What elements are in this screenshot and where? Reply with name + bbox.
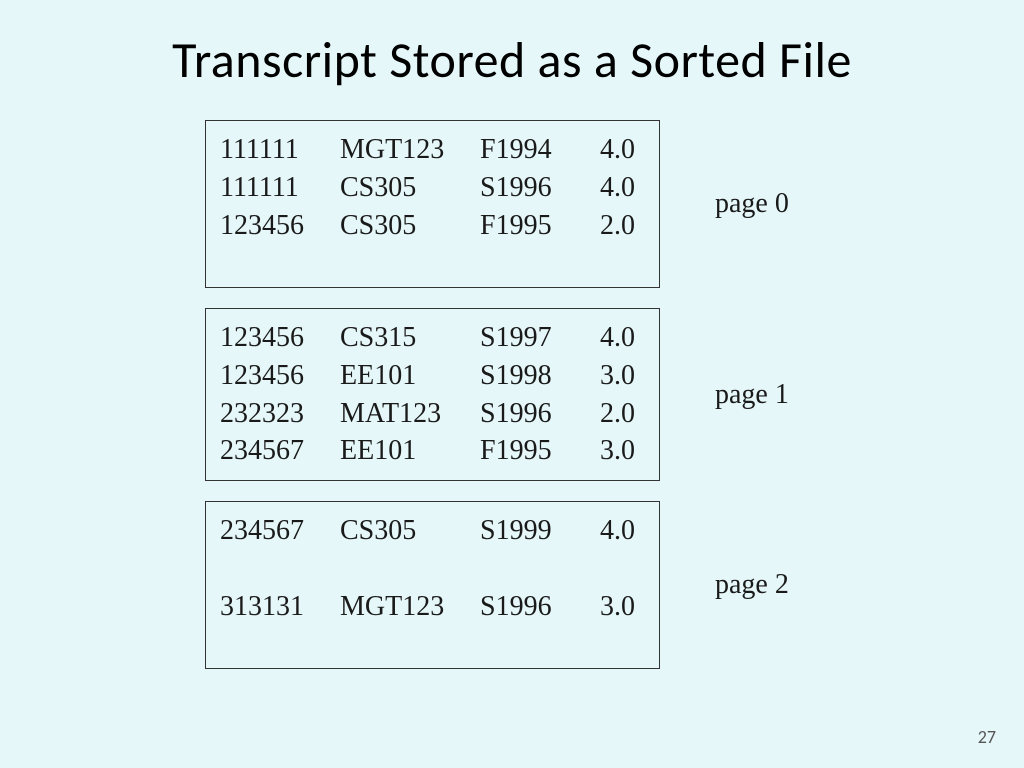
- record-id: 111111: [220, 169, 340, 207]
- record-course: CS305: [340, 207, 480, 245]
- record: 234567 CS305 S1999 4.0: [220, 512, 647, 550]
- page-box-1: 123456 CS315 S1997 4.0 123456 EE101 S199…: [205, 308, 660, 481]
- page-row-1: 123456 CS315 S1997 4.0 123456 EE101 S199…: [0, 308, 1024, 481]
- record-course: MGT123: [340, 588, 480, 626]
- record-course: MAT123: [340, 395, 480, 433]
- record-term: F1994: [480, 131, 585, 169]
- record-grade: 4.0: [585, 512, 635, 550]
- record-course: EE101: [340, 357, 480, 395]
- record-grade: 3.0: [585, 357, 635, 395]
- record-grade: 4.0: [585, 169, 635, 207]
- page-row-0: 111111 MGT123 F1994 4.0 111111 CS305 S19…: [0, 120, 1024, 288]
- record-id: 123456: [220, 357, 340, 395]
- record-id: 111111: [220, 131, 340, 169]
- record-grade: 2.0: [585, 395, 635, 433]
- page-row-2: 234567 CS305 S1999 4.0 313131 MGT123 S19…: [0, 501, 1024, 669]
- record-id: 234567: [220, 512, 340, 550]
- record-id: 234567: [220, 432, 340, 470]
- record-id: 232323: [220, 395, 340, 433]
- slide-title: Transcript Stored as a Sorted File: [0, 0, 1024, 91]
- record-id: 313131: [220, 588, 340, 626]
- record: 111111 MGT123 F1994 4.0: [220, 131, 647, 169]
- record-id: 123456: [220, 207, 340, 245]
- record: 123456 CS315 S1997 4.0: [220, 319, 647, 357]
- slide-content: 111111 MGT123 F1994 4.0 111111 CS305 S19…: [0, 120, 1024, 689]
- record: 313131 MGT123 S1996 3.0: [220, 588, 647, 626]
- page-label-1: page 1: [715, 379, 789, 411]
- record-term: S1996: [480, 588, 585, 626]
- record-term: S1998: [480, 357, 585, 395]
- record-term: F1995: [480, 432, 585, 470]
- page-label-0: page 0: [715, 188, 789, 220]
- page-box-0: 111111 MGT123 F1994 4.0 111111 CS305 S19…: [205, 120, 660, 288]
- record-term: S1996: [480, 395, 585, 433]
- record-term: F1995: [480, 207, 585, 245]
- record-grade: 4.0: [585, 131, 635, 169]
- record-course: CS305: [340, 512, 480, 550]
- record: 123456 EE101 S1998 3.0: [220, 357, 647, 395]
- slide-number: 27: [978, 726, 996, 748]
- record-term: S1997: [480, 319, 585, 357]
- record-grade: 3.0: [585, 432, 635, 470]
- record-grade: 2.0: [585, 207, 635, 245]
- record: 234567 EE101 F1995 3.0: [220, 432, 647, 470]
- record-course: CS315: [340, 319, 480, 357]
- record: 111111 CS305 S1996 4.0: [220, 169, 647, 207]
- record-grade: 4.0: [585, 319, 635, 357]
- record: 123456 CS305 F1995 2.0: [220, 207, 647, 245]
- record-course: EE101: [340, 432, 480, 470]
- record-course: CS305: [340, 169, 480, 207]
- record-course: MGT123: [340, 131, 480, 169]
- slide: Transcript Stored as a Sorted File 11111…: [0, 0, 1024, 768]
- record-grade: 3.0: [585, 588, 635, 626]
- record-id: 123456: [220, 319, 340, 357]
- record: 232323 MAT123 S1996 2.0: [220, 395, 647, 433]
- empty-record-slot: [220, 550, 647, 588]
- page-label-2: page 2: [715, 569, 789, 601]
- record-term: S1999: [480, 512, 585, 550]
- page-box-2: 234567 CS305 S1999 4.0 313131 MGT123 S19…: [205, 501, 660, 669]
- record-term: S1996: [480, 169, 585, 207]
